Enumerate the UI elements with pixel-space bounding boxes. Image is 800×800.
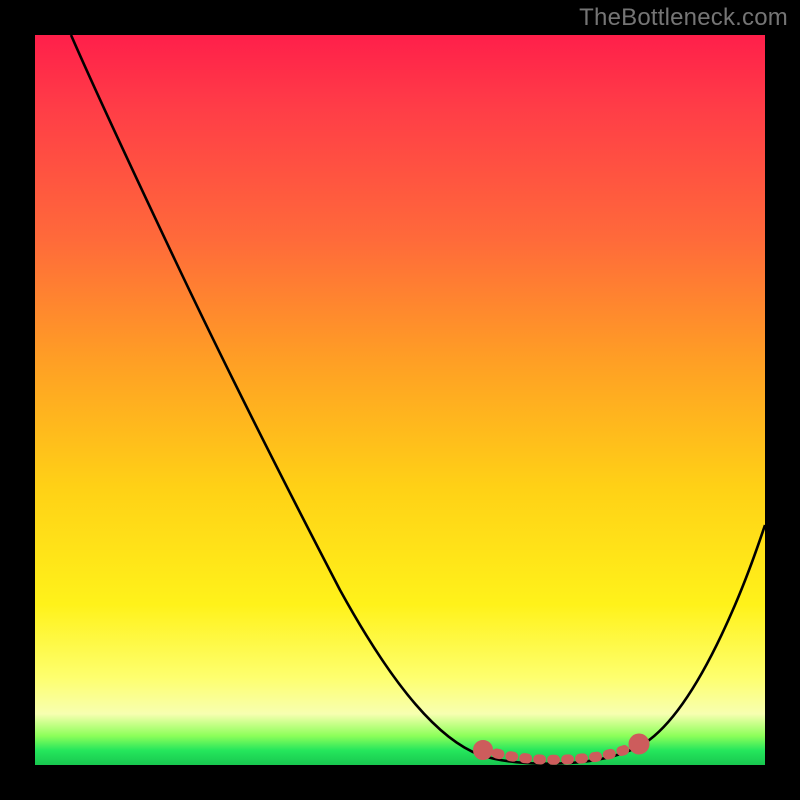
attribution-watermark: TheBottleneck.com — [579, 4, 788, 32]
optimal-range-marker — [478, 739, 645, 760]
curve-layer — [35, 35, 765, 765]
chart-stage: TheBottleneck.com — [0, 0, 800, 800]
bottleneck-curve — [71, 35, 765, 764]
plot-area — [35, 35, 765, 765]
